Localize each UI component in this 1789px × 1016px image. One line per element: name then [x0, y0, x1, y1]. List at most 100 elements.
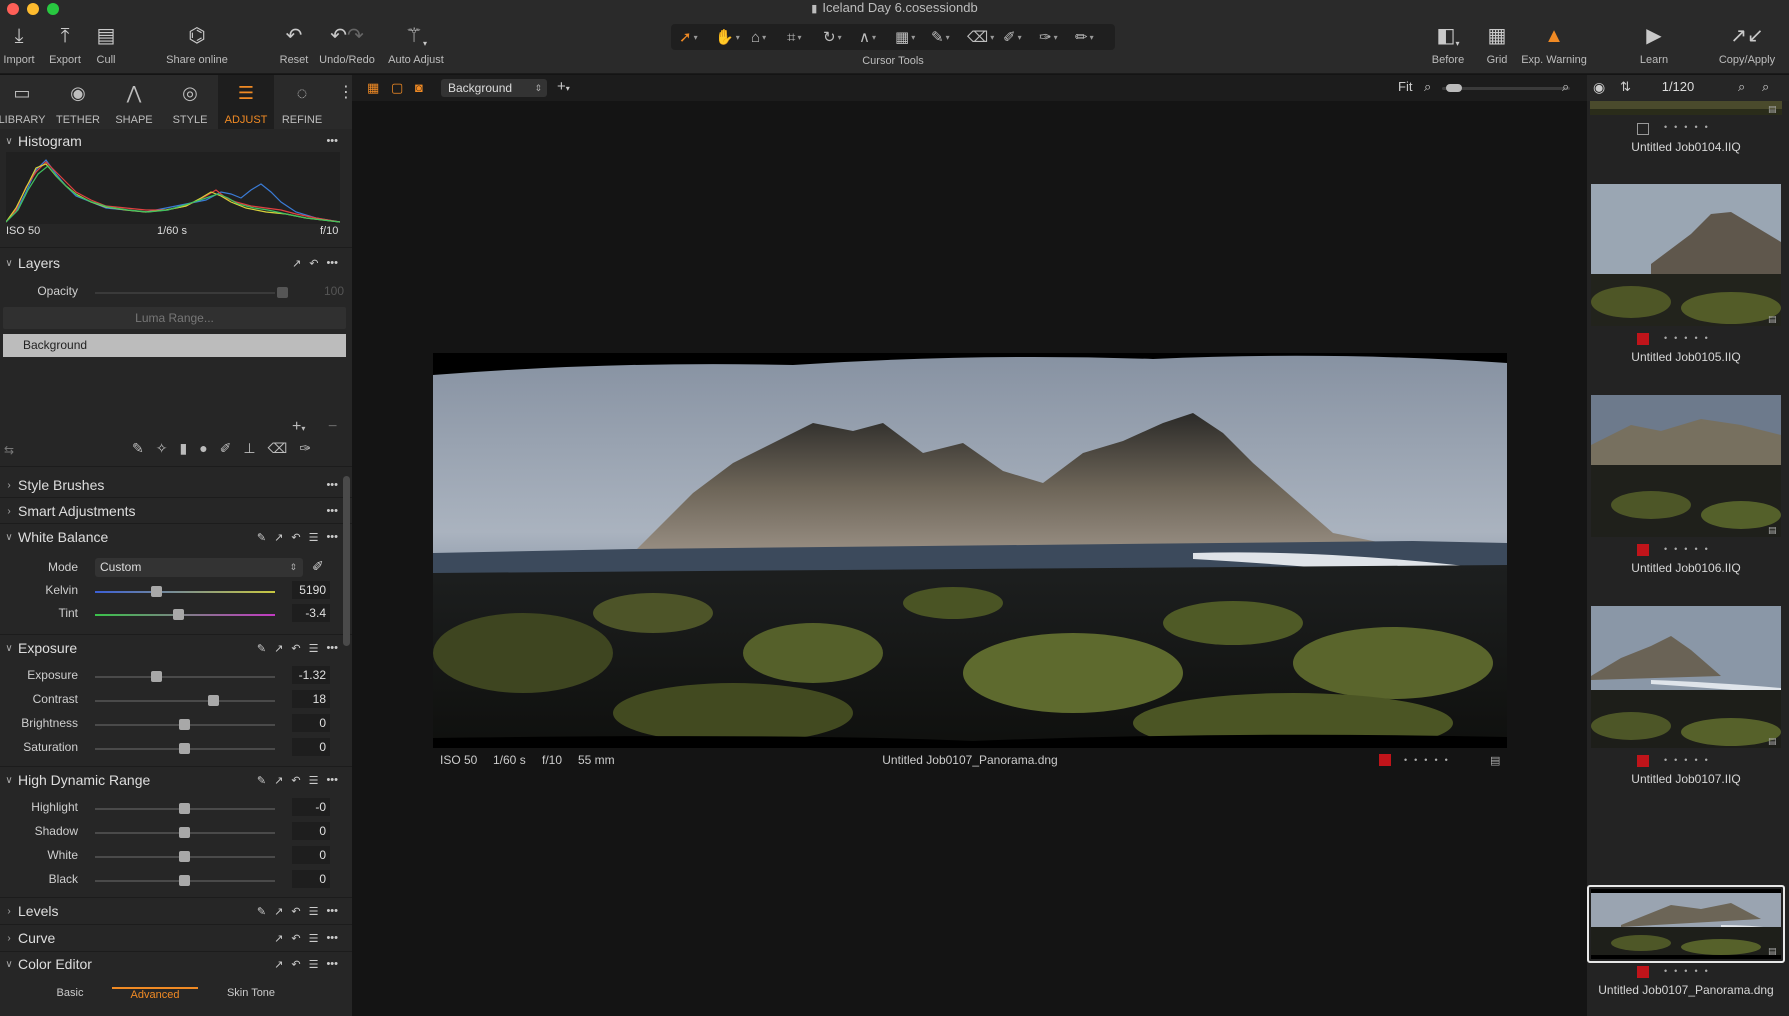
- color-tag-none[interactable]: [1637, 123, 1649, 135]
- wb-eyedropper-icon[interactable]: ✐: [312, 558, 324, 575]
- select-cursor-icon[interactable]: ➚ ▾: [679, 28, 715, 46]
- wb-mode-select[interactable]: Custom ⇕: [95, 558, 303, 577]
- exposure-slider[interactable]: [95, 671, 275, 682]
- opacity-slider[interactable]: [95, 287, 288, 298]
- loupe-icon[interactable]: ⌂ ▾: [751, 29, 787, 46]
- thumb-0107-image[interactable]: [1591, 606, 1781, 748]
- import-button[interactable]: ⤓ Import: [0, 22, 38, 66]
- opacity-knob[interactable]: [277, 287, 288, 298]
- viewer-layer-select[interactable]: Background ⇕: [441, 79, 547, 97]
- more-icon[interactable]: •••: [326, 135, 338, 147]
- tab-adjust[interactable]: ☰ ADJUST: [218, 80, 274, 127]
- thumb-info-icon[interactable]: ▤: [1768, 736, 1777, 747]
- presets-icon[interactable]: ☰: [309, 642, 319, 655]
- highlight-value[interactable]: -0: [292, 798, 330, 816]
- white-knob[interactable]: [179, 851, 190, 862]
- tab-library[interactable]: ▭ LIBRARY: [0, 80, 50, 127]
- thumb-info-icon[interactable]: ▤: [1768, 525, 1777, 536]
- magic-brush-icon[interactable]: ✧: [156, 440, 168, 457]
- picker-icon[interactable]: ✎: [257, 905, 266, 918]
- before-button[interactable]: ◧ ▾ Before: [1424, 22, 1472, 66]
- color-tag-red[interactable]: [1637, 966, 1649, 978]
- brush-icon[interactable]: ✎: [132, 440, 144, 457]
- presets-icon[interactable]: ☰: [309, 958, 319, 971]
- presets-icon[interactable]: ☰: [309, 932, 319, 945]
- more-icon[interactable]: •••: [326, 774, 338, 786]
- grid-button[interactable]: ▦ Grid: [1480, 22, 1514, 66]
- color-editor-header[interactable]: ∨ Color Editor ↗ ↶ ☰ •••: [0, 952, 352, 976]
- eyedropper-icon[interactable]: ✑ ▾: [1039, 28, 1075, 46]
- picker-icon[interactable]: ✎: [257, 531, 266, 544]
- panorama-image[interactable]: [433, 353, 1507, 748]
- add-layer-viewer-icon[interactable]: +▾: [557, 78, 570, 95]
- tab-shape[interactable]: ⋀ SHAPE: [106, 80, 162, 127]
- exposure-knob[interactable]: [151, 671, 162, 682]
- white-balance-header[interactable]: ∨ White Balance ✎ ↗ ↶ ☰ •••: [0, 525, 352, 549]
- erase-mask-icon[interactable]: ✑: [299, 440, 311, 457]
- more-icon[interactable]: •••: [326, 958, 338, 970]
- copy-apply-icon[interactable]: ↗: [292, 257, 301, 270]
- color-tag-red[interactable]: [1637, 544, 1649, 556]
- saturation-knob[interactable]: [179, 743, 190, 754]
- picker-icon[interactable]: ✎: [257, 642, 266, 655]
- layers-header[interactable]: ∨ Layers ↗ ↶ •••: [0, 251, 352, 275]
- auto-adjust-button[interactable]: ⚚ ▾ Auto Adjust: [384, 22, 448, 66]
- filter-icon[interactable]: ⌕: [1762, 79, 1769, 95]
- layer-item-background[interactable]: Background: [3, 334, 346, 357]
- copy-apply-icon[interactable]: ↗: [274, 642, 283, 655]
- star-rating[interactable]: •••••: [1664, 333, 1715, 343]
- tool-panel-scrollbar[interactable]: [343, 476, 350, 646]
- black-value[interactable]: 0: [292, 870, 330, 888]
- black-knob[interactable]: [179, 875, 190, 886]
- copy-apply-icon[interactable]: ↗: [274, 531, 283, 544]
- shadow-value[interactable]: 0: [292, 822, 330, 840]
- star-rating[interactable]: •••••: [1664, 755, 1715, 765]
- copy-apply-button[interactable]: ↗↙ Copy/Apply: [1714, 22, 1780, 66]
- histogram-header[interactable]: ∨ Histogram •••: [0, 129, 352, 153]
- export-button[interactable]: ⤒ Export: [44, 22, 86, 66]
- kelvin-value[interactable]: 5190: [292, 581, 330, 599]
- tab-refine[interactable]: ◌ REFINE: [274, 80, 330, 127]
- star-rating[interactable]: •••••: [1404, 755, 1455, 765]
- contrast-slider[interactable]: [95, 695, 275, 706]
- add-layer-icon[interactable]: +▾: [292, 418, 305, 436]
- radial-gradient-icon[interactable]: ●: [199, 440, 207, 457]
- eye-icon[interactable]: ◉: [1593, 79, 1605, 96]
- copy-apply-icon[interactable]: ↗: [274, 905, 283, 918]
- thumb-0104-image[interactable]: [1590, 101, 1782, 115]
- more-icon[interactable]: •••: [326, 932, 338, 944]
- brightness-slider[interactable]: [95, 719, 275, 730]
- more-icon[interactable]: •••: [326, 257, 338, 269]
- highlight-knob[interactable]: [179, 803, 190, 814]
- contrast-value[interactable]: 18: [292, 690, 330, 708]
- more-icon[interactable]: •••: [326, 531, 338, 543]
- star-rating[interactable]: •••••: [1664, 966, 1715, 976]
- search-icon[interactable]: ⌕: [1738, 79, 1745, 95]
- tab-color-basic[interactable]: Basic: [50, 987, 90, 999]
- eraser-icon[interactable]: ⌫ ▾: [967, 28, 1003, 46]
- luma-range-button[interactable]: Luma Range...: [3, 307, 346, 329]
- linear-gradient-icon[interactable]: ▮: [179, 440, 187, 457]
- more-icon[interactable]: •••: [326, 505, 338, 517]
- heal-brush-icon[interactable]: ✎ ▾: [931, 28, 967, 46]
- color-tag-red[interactable]: [1637, 755, 1649, 767]
- reset-button[interactable]: ↶ Reset: [276, 22, 312, 66]
- color-tag-red[interactable]: [1637, 333, 1649, 345]
- sort-icon[interactable]: ⇅: [1620, 79, 1631, 95]
- thumb-info-icon[interactable]: ▤: [1768, 314, 1777, 325]
- reset-icon[interactable]: ↶: [291, 958, 300, 971]
- tint-value[interactable]: -3.4: [292, 604, 330, 622]
- presets-icon[interactable]: ☰: [309, 905, 319, 918]
- reset-icon[interactable]: ↶: [291, 905, 300, 918]
- star-rating[interactable]: •••••: [1664, 122, 1715, 132]
- shadow-knob[interactable]: [179, 827, 190, 838]
- single-view-icon[interactable]: ▢: [391, 80, 403, 96]
- tab-color-skin-tone[interactable]: Skin Tone: [218, 987, 284, 999]
- highlight-slider[interactable]: [95, 803, 275, 814]
- crop-icon[interactable]: ⌗ ▾: [787, 29, 823, 46]
- picker-icon[interactable]: ✎: [257, 774, 266, 787]
- reset-icon[interactable]: ↶: [291, 531, 300, 544]
- cull-button[interactable]: ▤ Cull: [92, 22, 120, 66]
- smart-adjustments-header[interactable]: › Smart Adjustments •••: [0, 499, 352, 523]
- learn-button[interactable]: ▶ Learn: [1636, 22, 1672, 66]
